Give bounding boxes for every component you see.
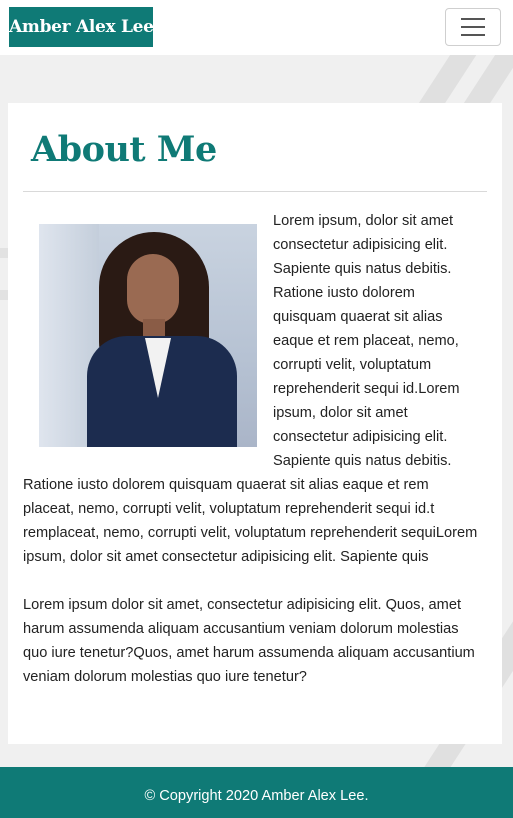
navbar: Amber Alex Lee — [0, 0, 513, 55]
profile-photo — [39, 224, 257, 447]
brand-logo[interactable]: Amber Alex Lee — [9, 7, 154, 47]
about-card: About Me Lorem ipsum, dolor sit amet con… — [8, 103, 502, 744]
page-title: About Me — [31, 129, 217, 170]
about-content: Lorem ipsum, dolor sit amet consectetur … — [23, 209, 482, 689]
hamburger-menu-icon — [461, 18, 485, 20]
about-paragraph-2: Lorem ipsum dolor sit amet, consectetur … — [23, 597, 475, 685]
menu-toggle-button[interactable] — [445, 8, 501, 46]
footer: © Copyright 2020 Amber Alex Lee. — [0, 767, 513, 818]
divider — [23, 191, 487, 192]
copyright-text: © Copyright 2020 Amber Alex Lee. — [144, 788, 369, 804]
